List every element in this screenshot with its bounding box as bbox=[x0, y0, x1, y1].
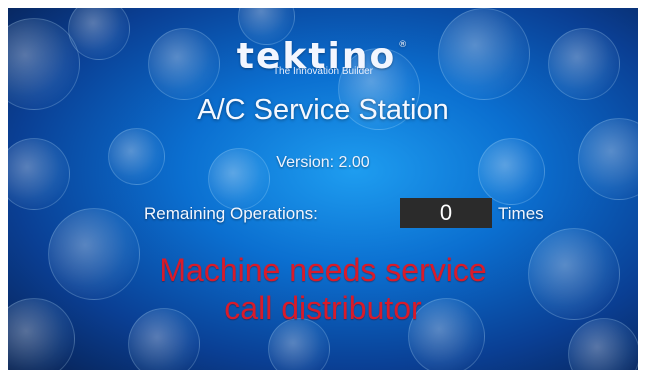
service-alert-line-2: call distributor bbox=[224, 290, 422, 326]
service-screen: tektino ® The Innovation Builder A/C Serv… bbox=[8, 8, 638, 370]
page-title: A/C Service Station bbox=[197, 94, 449, 126]
service-alert-line-1: Machine needs service bbox=[159, 252, 487, 288]
bokeh-bubble bbox=[8, 138, 70, 210]
remaining-operations-unit: Times bbox=[498, 204, 544, 223]
registered-mark: ® bbox=[398, 40, 410, 50]
version-label: Version: 2.00 bbox=[276, 154, 370, 171]
remaining-operations-label: Remaining Operations: bbox=[144, 204, 318, 223]
remaining-operations-counter: 0 bbox=[400, 198, 492, 228]
display-frame: tektino ® The Innovation Builder A/C Serv… bbox=[0, 0, 646, 378]
brand-tagline: The Innovation Builder bbox=[272, 66, 374, 77]
